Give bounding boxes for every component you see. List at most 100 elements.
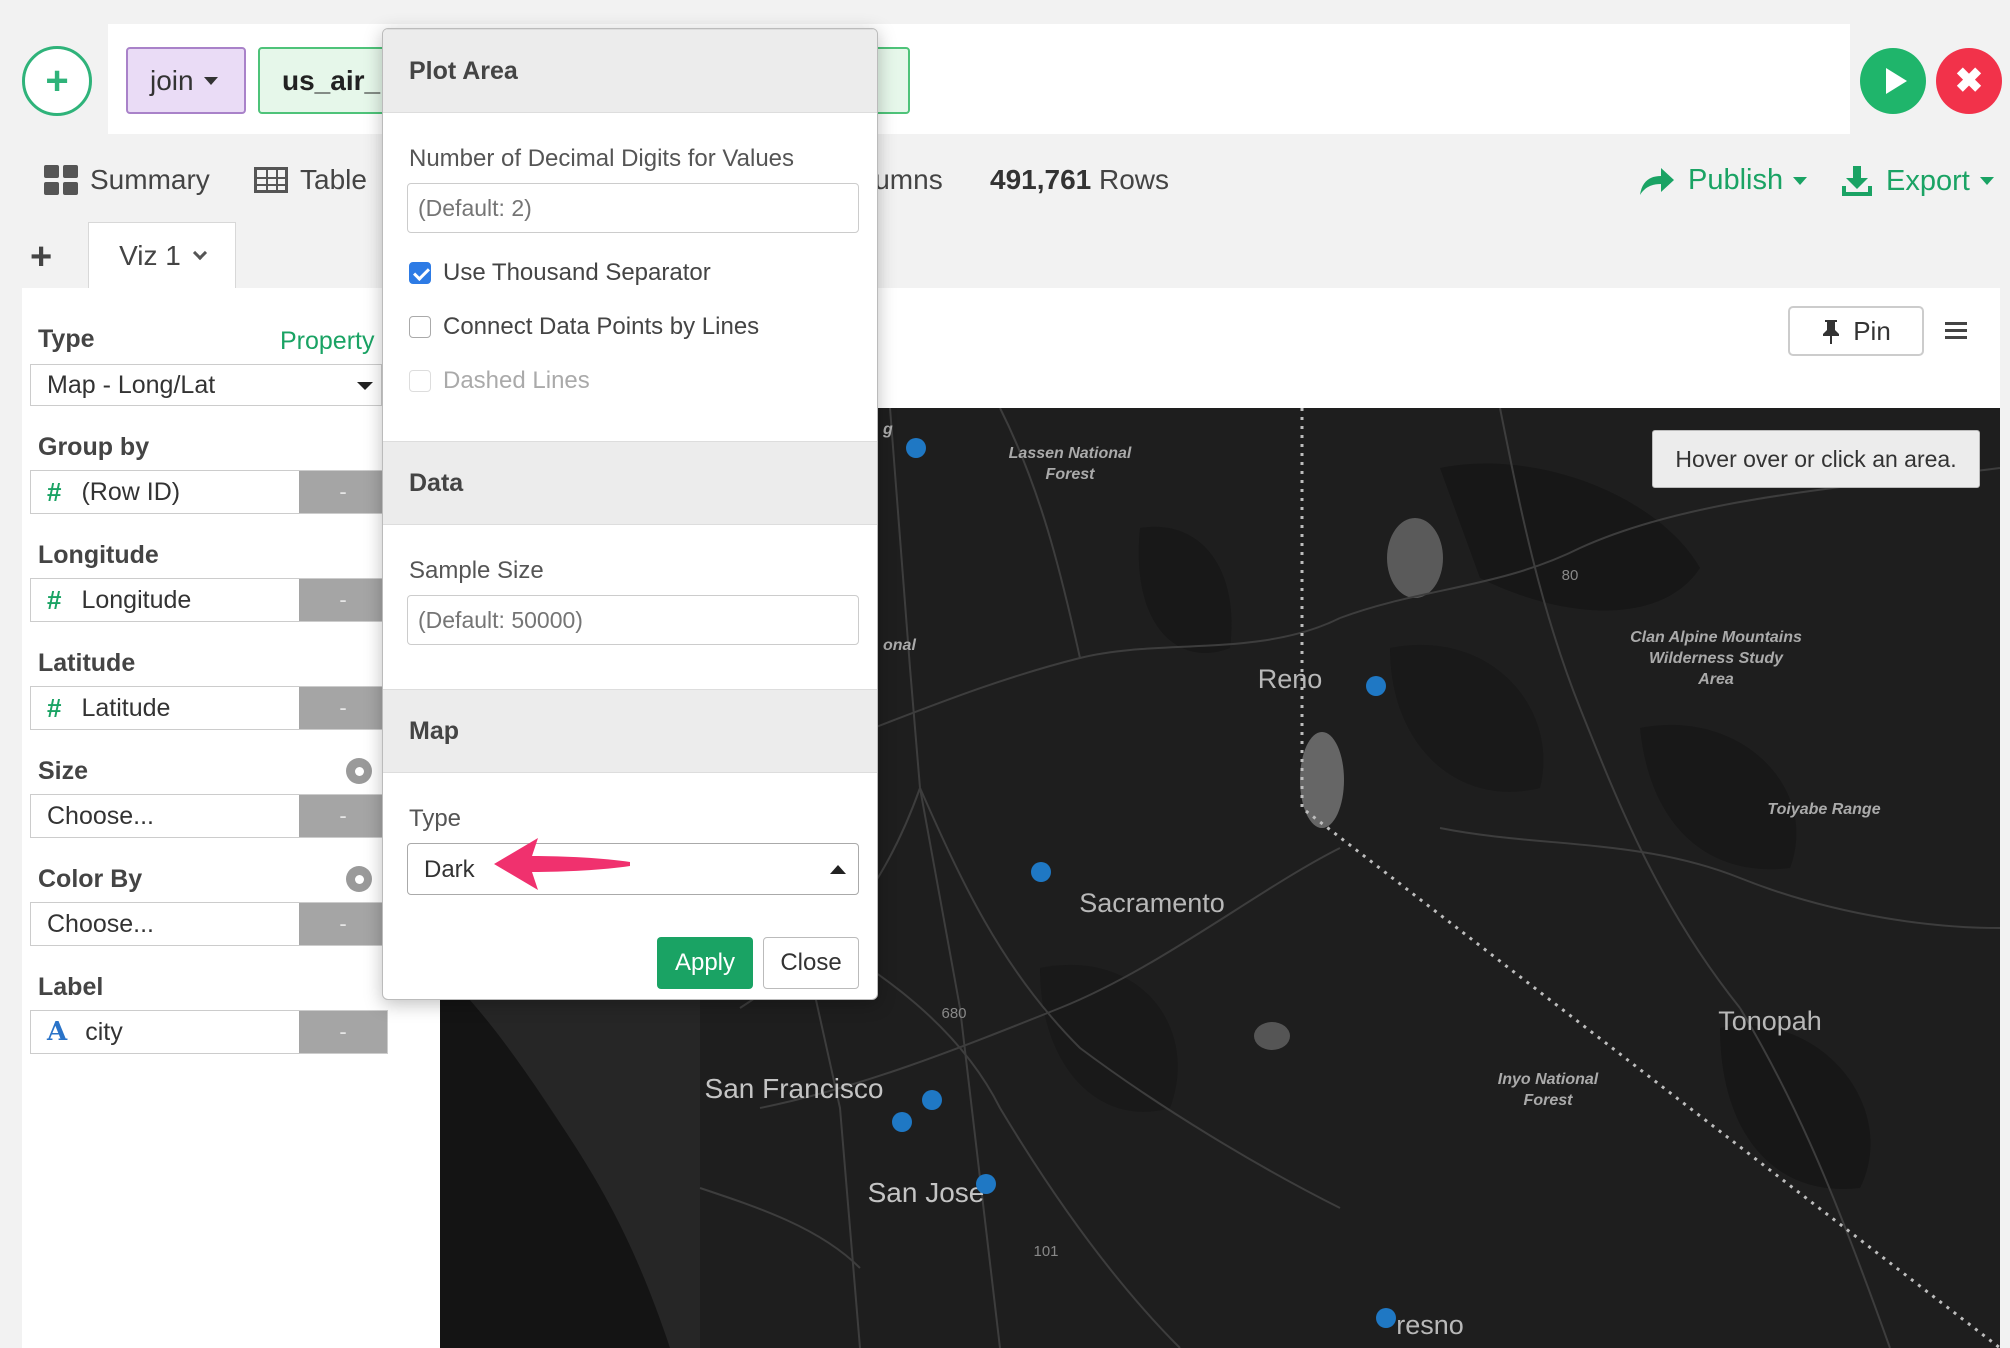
numeric-column-icon: # [47,476,62,507]
tab-table[interactable]: Table [254,164,367,196]
color-by-label: Color By [38,865,143,893]
group-by-field[interactable]: # (Row ID) - [30,470,388,514]
hwy-shield-680: 680 [941,1005,966,1022]
map-label-lassen-2: Forest [1046,466,1096,483]
size-field[interactable]: Choose... - [30,794,388,838]
map-point [1366,676,1386,696]
latitude-value: Latitude [81,693,171,722]
thousand-separator-row[interactable]: Use Thousand Separator [409,259,711,287]
map-label-lassen-1: Lassen National [1009,445,1132,462]
hwy-shield-101: 101 [1033,1243,1058,1260]
caret-up-icon [830,865,846,874]
tab-summary[interactable]: Summary [44,164,210,196]
chevron-down-icon [192,245,207,260]
close-icon: ✖ [1954,62,1984,100]
numeric-column-icon: # [47,692,62,723]
label-field[interactable]: Acity - [30,1010,388,1054]
connect-lines-label: Connect Data Points by Lines [443,313,760,340]
hover-hint-tooltip: Hover over or click an area. [1652,430,1980,488]
close-button[interactable]: Close [763,937,859,989]
longitude-field[interactable]: # Longitude - [30,578,388,622]
export-label: Export [1886,164,1970,197]
columns-label: lumns [868,164,943,195]
latitude-remove-button[interactable]: - [299,687,387,729]
map-header: Map [383,689,877,773]
latitude-label: Latitude [38,649,136,677]
viz-tab-label: Viz 1 [119,239,181,271]
summary-grid-icon [44,165,78,195]
play-icon [1885,68,1907,94]
dashed-lines-label: Dashed Lines [443,367,590,394]
plus-icon: + [45,59,69,103]
map-point [922,1090,942,1110]
map-type-value: Dark [424,856,475,883]
map-label-sacramento: Sacramento [1079,888,1225,918]
map-label-inyo-2: Forest [1524,1092,1574,1109]
property-link[interactable]: Property [280,327,374,356]
label-remove-button[interactable]: - [299,1011,387,1053]
group-by-value: (Row ID) [81,477,181,506]
map-label-san-jose: San Jose [868,1177,985,1208]
hwy-shield-80: 80 [1562,567,1579,584]
text-column-icon: A [47,1017,68,1047]
color-settings-gear-icon[interactable] [346,866,372,892]
sample-size-input[interactable] [407,595,859,645]
size-settings-gear-icon[interactable] [346,758,372,784]
plot-area-header: Plot Area [383,29,877,113]
chart-type-select[interactable]: Map - Long/Lat [30,364,382,406]
annotation-arrow-icon [494,838,630,890]
add-step-button[interactable]: + [22,46,92,116]
columns-count: lumns [868,164,943,196]
map-label-inyo-1: Inyo National [1498,1071,1599,1088]
run-button[interactable] [1860,48,1926,114]
map-label-reno: Reno [1258,664,1323,694]
tab-viz-1[interactable]: Viz 1 [88,222,236,288]
connect-lines-checkbox[interactable] [409,316,431,338]
caret-down-icon [203,76,218,85]
export-button[interactable]: Export [1840,164,1994,198]
color-by-field[interactable]: Choose... - [30,902,388,946]
latitude-field[interactable]: # Latitude - [30,686,388,730]
connect-lines-row[interactable]: Connect Data Points by Lines [409,313,759,341]
map-label-tonopah: Tonopah [1718,1006,1822,1036]
map-label-clan-alpine-2: Wilderness Study [1649,650,1784,667]
map-point [1376,1308,1396,1328]
pin-icon [1823,320,1840,344]
publish-button[interactable]: Publish [1636,164,1808,197]
cancel-button[interactable]: ✖ [1936,48,2002,114]
type-label: Type [38,325,95,353]
hamburger-menu-icon[interactable] [1945,322,1967,340]
tab-table-label: Table [300,164,367,195]
join-step-chip[interactable]: join [126,47,246,114]
group-by-remove-button[interactable]: - [299,471,387,513]
view-tabs-row: Summary Table lumns 491,761 Rows Publish… [0,150,2010,220]
apply-button[interactable]: Apply [657,937,753,989]
longitude-label: Longitude [38,541,159,569]
longitude-remove-button[interactable]: - [299,579,387,621]
map-point [1031,862,1051,882]
decimal-digits-input[interactable] [407,183,859,233]
dashed-lines-row: Dashed Lines [409,367,590,395]
size-label: Size [38,757,89,785]
table-icon [254,167,288,193]
group-by-label: Group by [38,433,150,461]
map-label-clan-alpine-3: Area [1697,671,1734,688]
sample-size-label: Sample Size [409,557,544,584]
map-type-label: Type [409,805,462,832]
caret-down-icon [1793,176,1808,185]
pin-label: Pin [1853,315,1891,346]
add-viz-button[interactable]: + [30,236,52,279]
thousand-separator-label: Use Thousand Separator [443,259,711,286]
pin-button[interactable]: Pin [1788,306,1924,356]
decimal-digits-label: Number of Decimal Digits for Values [409,145,795,172]
label-label: Label [38,973,104,1001]
color-by-value: Choose... [47,909,155,938]
color-by-remove-button[interactable]: - [299,903,387,945]
numeric-column-icon: # [47,584,62,615]
map-label-onal: onal [883,637,916,654]
thousand-separator-checkbox[interactable] [409,262,431,284]
size-remove-button[interactable]: - [299,795,387,837]
data-header: Data [383,441,877,525]
size-value: Choose... [47,801,155,830]
map-point [906,438,926,458]
